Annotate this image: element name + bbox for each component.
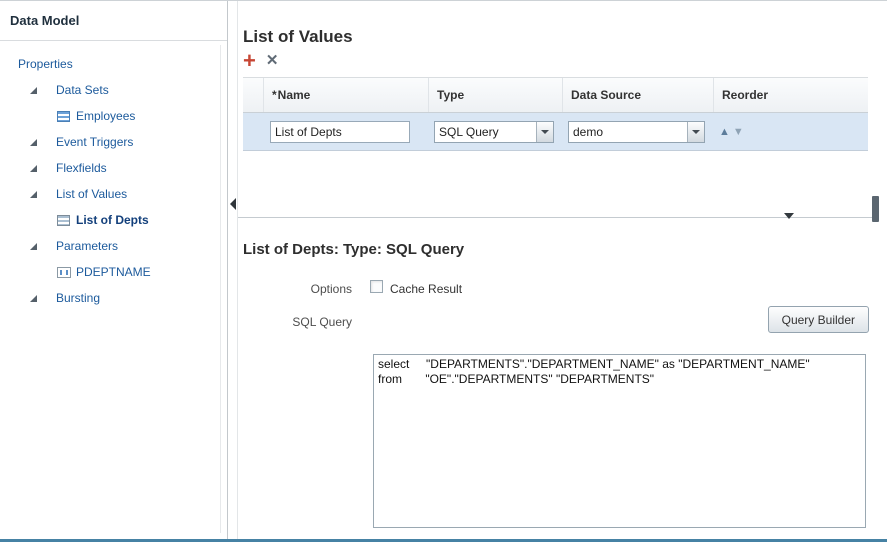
lov-table: * Name Type Data Source Reorder SQL Quer… [243,77,868,151]
tree-item-parameters[interactable]: Parameters [0,233,227,259]
tree-item-flexfields[interactable]: Flexfields [0,155,227,181]
name-cell [263,113,428,150]
tree-item-list-of-values[interactable]: List of Values [0,181,227,207]
lov-table-row[interactable]: SQL Query demo ▲ ▼ [243,113,868,151]
parameter-icon [57,267,71,278]
tree-item-label: Bursting [56,291,100,305]
data-model-editor-window: Data Model Properties Data Sets Employee… [0,0,887,542]
tree-item-event-triggers[interactable]: Event Triggers [0,129,227,155]
row-selector-header [243,78,263,112]
tree-item-label: Employees [76,109,135,123]
dataset-icon [57,111,70,122]
type-select[interactable]: SQL Query [434,121,554,143]
sql-query-label: SQL Query [242,315,352,329]
collapse-right-panel-handle[interactable] [872,196,879,222]
options-label: Options [242,282,352,296]
type-select-value: SQL Query [435,122,536,142]
chevron-down-icon [541,130,549,134]
move-up-icon[interactable]: ▲ [719,126,730,138]
column-header-type: Type [428,78,562,112]
reorder-cell: ▲ ▼ [713,113,868,150]
column-header-name-label: Name [278,88,311,102]
column-header-reorder: Reorder [713,78,868,112]
dropdown-arrow-icon[interactable] [687,122,704,142]
lov-toolbar: + ✕ [243,51,278,71]
query-builder-button[interactable]: Query Builder [768,306,869,333]
tree-item-bursting[interactable]: Bursting [0,285,227,311]
tree-item-label: Properties [18,57,73,71]
tree-item-properties[interactable]: Properties [0,51,227,77]
chevron-down-icon [692,130,700,134]
tree-item-data-sets[interactable]: Data Sets [0,77,227,103]
expand-collapse-icon[interactable] [30,139,37,146]
tree-item-label: PDEPTNAME [76,265,151,279]
move-down-icon[interactable]: ▼ [733,126,744,138]
tree-item-label: Event Triggers [56,135,133,149]
type-cell: SQL Query [428,113,562,150]
collapse-panel-icon[interactable] [784,213,794,219]
cache-result-label: Cache Result [390,282,462,296]
expand-collapse-icon[interactable] [30,87,37,94]
tree-item-label: Data Sets [56,83,109,97]
expand-collapse-icon[interactable] [30,165,37,172]
main-panel: List of Values + ✕ * Name Type Data Sour… [238,1,887,540]
sidebar-title: Data Model [0,1,227,41]
column-header-name: * Name [263,78,428,112]
data-source-cell: demo [562,113,713,150]
lov-name-input[interactable] [270,121,410,143]
dropdown-arrow-icon[interactable] [536,122,553,142]
tree-item-pdeptname[interactable]: PDEPTNAME [0,259,227,285]
data-model-sidebar: Data Model Properties Data Sets Employee… [0,1,228,540]
list-of-values-icon [57,215,70,226]
column-header-data-source: Data Source [562,78,713,112]
delete-icon[interactable]: ✕ [266,52,279,70]
expand-collapse-icon[interactable] [30,295,37,302]
expand-collapse-icon[interactable] [30,243,37,250]
add-icon[interactable]: + [243,52,256,70]
tree-item-list-of-depts[interactable]: List of Depts [0,207,227,233]
tree-item-employees[interactable]: Employees [0,103,227,129]
vertical-splitter[interactable] [229,1,238,540]
tree-item-label: List of Values [56,187,127,201]
row-selector-cell[interactable] [243,113,263,150]
sql-query-textarea[interactable]: select "DEPARTMENTS"."DEPARTMENT_NAME" a… [373,354,866,528]
tree-item-label: Parameters [56,239,118,253]
tree-item-label: List of Depts [76,213,149,227]
sidebar-scrollbar[interactable] [220,45,221,533]
lov-panel-title: List of Values [243,27,353,47]
data-source-select[interactable]: demo [568,121,705,143]
data-model-tree: Properties Data Sets Employees Event Tri… [0,41,227,311]
horizontal-splitter[interactable] [238,217,879,218]
tree-item-label: Flexfields [56,161,107,175]
expand-collapse-icon[interactable] [30,191,37,198]
detail-panel-title: List of Depts: Type: SQL Query [243,241,464,258]
required-marker: * [272,88,277,102]
lov-table-header: * Name Type Data Source Reorder [243,77,868,113]
cache-result-checkbox[interactable] [370,280,383,293]
collapse-sidebar-icon[interactable] [230,198,236,210]
data-source-select-value: demo [569,122,687,142]
